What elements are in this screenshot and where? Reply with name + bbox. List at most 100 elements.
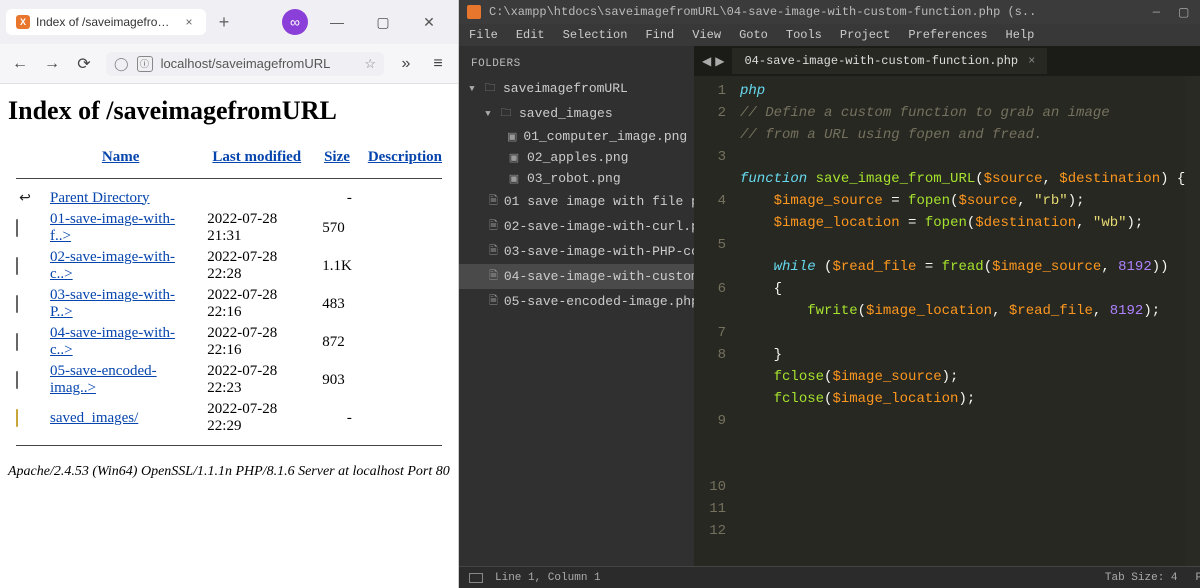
menu-button[interactable]: ≡ xyxy=(428,55,448,73)
browser-window: X Index of /saveimagefromURL × + ∞ — ▢ ✕… xyxy=(0,0,459,588)
file-size: 483 xyxy=(314,285,360,323)
tree-file[interactable]: 🗎02-save-image-with-curl.php xyxy=(459,214,694,239)
tree-file[interactable]: ▣01_computer_image.png xyxy=(459,126,694,147)
editor-title: C:\xampp\htdocs\saveimagefromURL\04-save… xyxy=(489,5,1153,19)
address-bar[interactable]: ◯ ⓘ localhost/saveimagefromURL ☆ xyxy=(106,52,384,76)
file-modified: 2022-07-28 22:16 xyxy=(199,323,314,361)
page-title: Index of /saveimagefromURL xyxy=(8,96,450,126)
back-icon: ↩ xyxy=(16,189,34,207)
col-desc[interactable]: Description xyxy=(368,149,442,165)
site-info-icon[interactable]: ⓘ xyxy=(137,56,153,72)
next-tab-icon[interactable]: ▶ xyxy=(715,54,724,69)
file-link[interactable]: 03-save-image-with-P..> xyxy=(50,287,175,320)
panel-icon[interactable] xyxy=(469,573,483,583)
image-icon: ▣ xyxy=(507,172,521,186)
file-size: 872 xyxy=(314,323,360,361)
file-link[interactable]: 01-save-image-with-f..> xyxy=(50,211,175,244)
table-row: 02-save-image-with-c..> 2022-07-28 22:28… xyxy=(8,247,450,285)
folder-icon: 🗀 xyxy=(483,79,497,98)
menu-item[interactable]: Preferences xyxy=(908,28,987,42)
parent-dir-link[interactable]: Parent Directory xyxy=(50,190,150,206)
tab-label: 04-save-image-with-custom-function.php xyxy=(744,54,1018,68)
tree-file[interactable]: ▣03_robot.png xyxy=(459,168,694,189)
back-button[interactable]: ← xyxy=(10,55,30,73)
image-icon: ▣ xyxy=(507,151,521,165)
menu-item[interactable]: Project xyxy=(840,28,890,42)
server-signature: Apache/2.4.53 (Win64) OpenSSL/1.1.1n PHP… xyxy=(8,464,450,480)
file-modified: 2022-07-28 22:23 xyxy=(199,361,314,399)
menu-item[interactable]: View xyxy=(692,28,721,42)
col-name[interactable]: Name xyxy=(102,149,140,165)
overflow-button[interactable]: » xyxy=(396,55,416,73)
file-icon: 🗎 xyxy=(489,242,498,261)
tree-folder[interactable]: ▼🗀saved_images xyxy=(459,101,694,126)
maximize-button[interactable]: ▢ xyxy=(1178,5,1189,20)
folder-icon xyxy=(16,409,18,427)
xampp-icon: X xyxy=(16,15,30,29)
editor-tab[interactable]: 04-save-image-with-custom-function.php × xyxy=(732,48,1047,74)
file-link[interactable]: 02-save-image-with-c..> xyxy=(50,249,175,282)
browser-titlebar: X Index of /saveimagefromURL × + ∞ — ▢ ✕ xyxy=(0,0,458,44)
menu-item[interactable]: Tools xyxy=(786,28,822,42)
file-icon: 🗎 xyxy=(489,192,498,211)
table-row: 05-save-encoded-imag..> 2022-07-28 22:23… xyxy=(8,361,450,399)
code[interactable]: php // Define a custom function to grab … xyxy=(734,76,1185,566)
menu-item[interactable]: Help xyxy=(1006,28,1035,42)
col-size[interactable]: Size xyxy=(324,149,350,165)
extension-icon[interactable]: ∞ xyxy=(282,9,308,35)
bookmark-icon[interactable]: ☆ xyxy=(364,56,376,72)
editor-body: FOLDERS ▼🗀saveimagefromURL ▼🗀saved_image… xyxy=(459,46,1200,566)
minimize-button[interactable]: — xyxy=(1153,5,1160,20)
menu-item[interactable]: Edit xyxy=(516,28,545,42)
window-controls: — ▢ ✕ xyxy=(314,7,452,37)
menu-item[interactable]: File xyxy=(469,28,498,42)
code-area[interactable]: 12 3 4 5 6 78 9 101112 php // Define a c… xyxy=(694,76,1200,566)
file-icon xyxy=(16,333,18,351)
reload-button[interactable]: ⟳ xyxy=(74,54,94,74)
file-link[interactable]: 04-save-image-with-c..> xyxy=(50,325,175,358)
file-icon: 🗎 xyxy=(489,292,498,311)
tab-title: Index of /saveimagefromURL xyxy=(36,15,176,29)
file-modified: 2022-07-28 22:28 xyxy=(199,247,314,285)
menu-item[interactable]: Find xyxy=(645,28,674,42)
page-content: Index of /saveimagefromURL Name Last mod… xyxy=(0,84,458,588)
minimize-button[interactable]: — xyxy=(314,7,360,37)
tree-file[interactable]: 🗎05-save-encoded-image.php xyxy=(459,289,694,314)
editor-menubar: File Edit Selection Find View Goto Tools… xyxy=(459,24,1200,46)
prev-tab-icon[interactable]: ◀ xyxy=(702,54,711,69)
gutter: 12 3 4 5 6 78 9 101112 xyxy=(694,76,734,566)
file-icon: 🗎 xyxy=(489,267,498,286)
tree-file-active[interactable]: 🗎04-save-image-with-custom xyxy=(459,264,694,289)
col-modified[interactable]: Last modified xyxy=(212,149,301,165)
tab-close-icon[interactable]: × xyxy=(182,15,196,29)
tab-row: ◀ ▶ 04-save-image-with-custom-function.ph… xyxy=(694,46,1200,76)
maximize-button[interactable]: ▢ xyxy=(360,7,406,37)
file-size: 903 xyxy=(314,361,360,399)
table-row: 01-save-image-with-f..> 2022-07-28 21:31… xyxy=(8,209,450,247)
tree-file[interactable]: ▣02_apples.png xyxy=(459,147,694,168)
tree-folder-root[interactable]: ▼🗀saveimagefromURL xyxy=(459,76,694,101)
file-modified: 2022-07-28 22:29 xyxy=(199,399,314,437)
folder-icon: 🗀 xyxy=(499,104,513,123)
browser-tab[interactable]: X Index of /saveimagefromURL × xyxy=(6,9,206,35)
status-language[interactable]: PHP xyxy=(1196,572,1200,584)
file-size: 570 xyxy=(314,209,360,247)
sidebar: FOLDERS ▼🗀saveimagefromURL ▼🗀saved_image… xyxy=(459,46,694,566)
file-icon xyxy=(16,371,18,389)
editor-titlebar: C:\xampp\htdocs\saveimagefromURL\04-save… xyxy=(459,0,1200,24)
status-tab-size[interactable]: Tab Size: 4 xyxy=(1105,572,1178,584)
file-link[interactable]: 05-save-encoded-imag..> xyxy=(50,363,157,396)
menu-item[interactable]: Selection xyxy=(563,28,628,42)
menu-item[interactable]: Goto xyxy=(739,28,768,42)
tab-close-icon[interactable]: × xyxy=(1028,54,1035,68)
close-button[interactable]: ✕ xyxy=(406,7,452,37)
folder-link[interactable]: saved_images/ xyxy=(50,410,138,426)
image-icon: ▣ xyxy=(507,130,517,144)
forward-button[interactable]: → xyxy=(42,55,62,73)
tree-file[interactable]: 🗎01 save image with file put xyxy=(459,189,694,214)
minimap[interactable] xyxy=(1185,76,1200,566)
file-icon xyxy=(16,219,18,237)
folder-tree: ▼🗀saveimagefromURL ▼🗀saved_images ▣01_co… xyxy=(459,76,694,314)
tree-file[interactable]: 🗎03-save-image-with-PHP-co xyxy=(459,239,694,264)
new-tab-button[interactable]: + xyxy=(212,12,236,33)
